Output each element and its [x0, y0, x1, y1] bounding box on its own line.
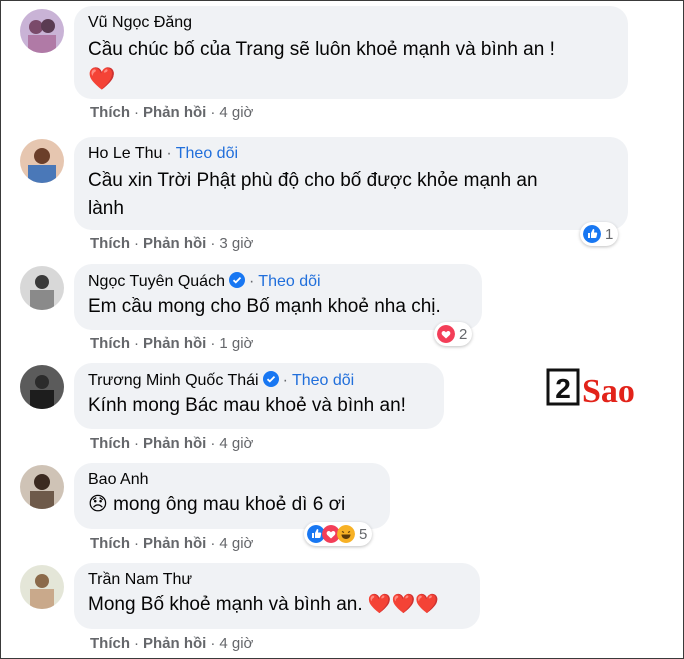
svg-text:Sao: Sao	[582, 373, 635, 410]
follow-link[interactable]: Theo dõi	[176, 145, 238, 162]
comment-text: Kính mong Bác mau khoẻ và bình an!	[88, 395, 406, 416]
like-link[interactable]: Thích	[90, 535, 130, 552]
comment-text: Mong Bố khoẻ mạnh và bình an. ❤️❤️❤️	[88, 594, 439, 615]
avatar[interactable]	[20, 139, 64, 183]
comment-text: Em cầu mong cho Bố mạnh khoẻ nha chị.	[88, 296, 441, 317]
follow-link[interactable]: Theo dõi	[292, 372, 354, 389]
comment-bubble: Ngọc Tuyên Quách · Theo dõi Em cầu mong ch…	[74, 264, 482, 330]
verified-badge-icon	[262, 371, 279, 387]
comment-time[interactable]: 4 giờ	[219, 635, 253, 652]
verified-badge-icon	[228, 272, 245, 288]
comment-author[interactable]: Vũ Ngọc Đăng	[88, 14, 192, 31]
heart-emoji-icon: ❤️❤️❤️	[367, 594, 439, 615]
like-link[interactable]: Thích	[90, 335, 130, 352]
like-reaction-icon	[583, 225, 601, 243]
follow-link[interactable]: Theo dõi	[258, 273, 320, 290]
like-link[interactable]: Thích	[90, 635, 130, 652]
comment-author[interactable]: Ho Le Thu	[88, 145, 162, 162]
comment-time[interactable]: 4 giờ	[219, 104, 253, 121]
comment-author[interactable]: Bao Anh	[88, 471, 149, 488]
reaction-summary[interactable]: 1	[580, 222, 619, 246]
comment-actions: Thích · Phản hồi · 4 giờ	[90, 635, 254, 652]
avatar[interactable]	[20, 9, 64, 53]
comment-author[interactable]: Ngọc Tuyên Quách	[88, 273, 225, 290]
brand-logo: 2 Sao	[546, 366, 656, 410]
comment-author[interactable]: Trương Minh Quốc Thái	[88, 372, 259, 389]
comment-time[interactable]: 3 giờ	[219, 235, 253, 252]
reaction-count: 1	[605, 225, 614, 243]
reaction-count: 2	[459, 325, 468, 343]
haha-reaction-icon	[337, 525, 355, 543]
comment-actions: Thích · Phản hồi · 3 giờ	[90, 235, 254, 252]
comment-time[interactable]: 1 giờ	[219, 335, 253, 352]
comment-text: Cầu chúc bố của Trang sẽ luôn khoẻ mạnh …	[88, 39, 555, 60]
comment-bubble: Trương Minh Quốc Thái · Theo dõi Kính mong…	[74, 363, 444, 429]
comment-actions: Thích · Phản hồi · 1 giờ	[90, 335, 254, 352]
comment-time[interactable]: 4 giờ	[219, 435, 253, 452]
heart-emoji-icon: ❤️	[88, 66, 116, 91]
svg-text:2: 2	[555, 373, 571, 404]
sad-emoji-icon: 😞	[88, 494, 108, 515]
comment-actions: Thích · Phản hồi · 4 giờ	[90, 104, 254, 121]
reply-link[interactable]: Phản hồi	[143, 335, 206, 352]
reply-link[interactable]: Phản hồi	[143, 235, 206, 252]
comment-bubble: Ho Le Thu · Theo dõi Cầu xin Trời Phật phù…	[74, 137, 628, 230]
comment-bubble: Vũ Ngọc Đăng Cầu chúc bố của Trang sẽ lu…	[74, 6, 628, 99]
reaction-summary[interactable]: 2	[434, 322, 473, 346]
avatar[interactable]	[20, 465, 64, 509]
like-link[interactable]: Thích	[90, 435, 130, 452]
comment-text: 😞 mong ông mau khoẻ dì 6 ơi	[88, 494, 346, 515]
like-link[interactable]: Thích	[90, 104, 130, 121]
reply-link[interactable]: Phản hồi	[143, 535, 206, 552]
like-link[interactable]: Thích	[90, 235, 130, 252]
reaction-count: 5	[359, 525, 368, 543]
reaction-summary[interactable]: 5	[304, 522, 373, 546]
reply-link[interactable]: Phản hồi	[143, 104, 206, 121]
comment-author[interactable]: Trần Nam Thư	[88, 571, 192, 588]
reply-link[interactable]: Phản hồi	[143, 435, 206, 452]
comment-time[interactable]: 4 giờ	[219, 535, 253, 552]
avatar[interactable]	[20, 266, 64, 310]
comment-bubble: Trần Nam Thư Mong Bố khoẻ mạnh và bình a…	[74, 563, 480, 629]
comment-actions: Thích · Phản hồi · 4 giờ	[90, 435, 254, 452]
reply-link[interactable]: Phản hồi	[143, 635, 206, 652]
avatar[interactable]	[20, 365, 64, 409]
comment-actions: Thích · Phản hồi · 4 giờ	[90, 535, 254, 552]
avatar[interactable]	[20, 565, 64, 609]
love-reaction-icon	[437, 325, 455, 343]
comment-bubble: Bao Anh 😞 mong ông mau khoẻ dì 6 ơi	[74, 463, 390, 529]
comment-text: Cầu xin Trời Phật phù độ cho bố được khỏ…	[88, 170, 538, 219]
